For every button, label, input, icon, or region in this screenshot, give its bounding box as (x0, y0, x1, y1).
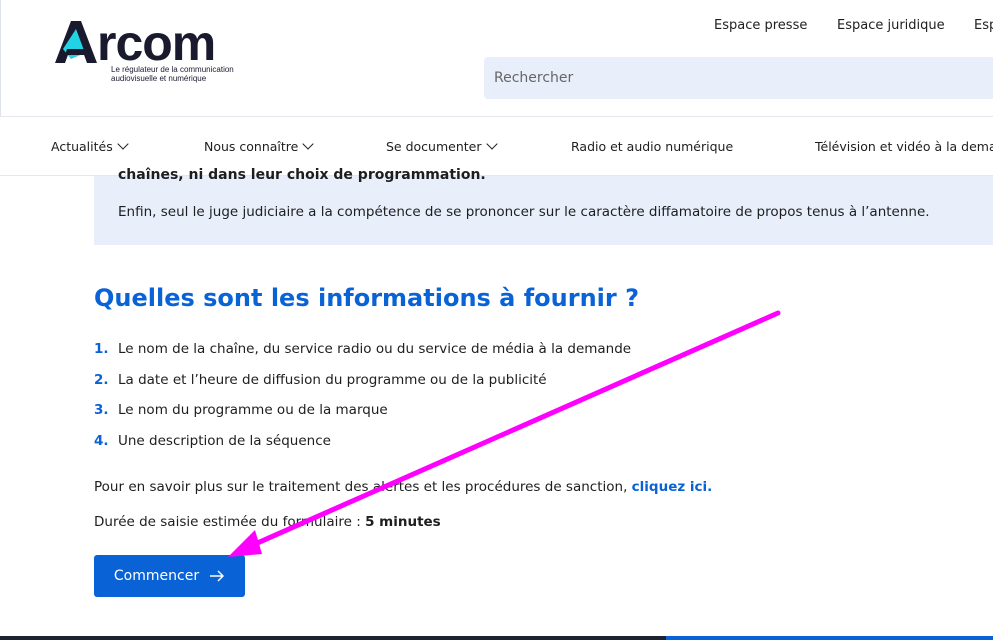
start-button[interactable]: Commencer (94, 555, 245, 597)
link-espace-juridique[interactable]: Espace juridique (837, 18, 945, 33)
duration-value: 5 minutes (365, 514, 441, 530)
link-espace-other[interactable]: Esp (974, 18, 993, 33)
info-steps-list: 1. Le nom de la chaîne, du service radio … (94, 341, 631, 463)
arrow-right-icon (210, 570, 225, 582)
step-number: 3. (94, 402, 109, 419)
site-header: rcom Le régulateur de la communication a… (0, 0, 993, 116)
list-item: 2. La date et l’heure de diffusion du pro… (94, 372, 631, 403)
list-item: 3. Le nom du programme ou de la marque (94, 402, 631, 433)
logo-wordmark: rcom (97, 15, 216, 71)
section-title: Quelles sont les informations à fournir … (94, 284, 639, 312)
info-box: chaînes, ni dans leur choix de programma… (94, 167, 993, 245)
more-info-link[interactable]: cliquez ici. (632, 479, 713, 495)
step-number: 2. (94, 371, 109, 388)
logo-a-mark (55, 21, 97, 63)
logo-tagline: Le régulateur de la communication audiov… (111, 65, 271, 83)
duration-text: Durée de saisie estimée du formulaire : … (94, 514, 441, 530)
step-text: Le nom de la chaîne, du service radio ou… (118, 341, 632, 357)
logo-tagline-line2: audiovisuelle et numérique (111, 74, 207, 83)
more-info-label: Pour en savoir plus sur le traitement de… (94, 479, 632, 495)
step-number: 4. (94, 432, 109, 449)
arcom-logo[interactable]: rcom Le régulateur de la communication a… (51, 15, 261, 90)
more-info-text: Pour en savoir plus sur le traitement de… (94, 479, 712, 495)
start-button-label: Commencer (113, 568, 200, 584)
search-bar (484, 57, 993, 99)
list-item: 1. Le nom de la chaîne, du service radio … (94, 341, 631, 372)
step-text: Le nom du programme ou de la marque (118, 402, 388, 419)
step-text: Une description de la séquence (118, 432, 331, 449)
step-text: La date et l’heure de diffusion du progr… (118, 371, 547, 388)
link-espace-presse[interactable]: Espace presse (714, 18, 807, 33)
duration-label: Durée de saisie estimée du formulaire : (94, 514, 366, 530)
info-box-text: Enfin, seul le juge judiciaire a la comp… (118, 204, 930, 220)
nav-overlap-spacer (0, 116, 993, 171)
step-number: 1. (94, 341, 109, 357)
search-input[interactable] (484, 57, 993, 99)
footer-accent (666, 636, 993, 640)
list-item: 4. Une description de la séquence (94, 433, 631, 464)
logo-tagline-line1: Le régulateur de la communication (111, 65, 234, 74)
